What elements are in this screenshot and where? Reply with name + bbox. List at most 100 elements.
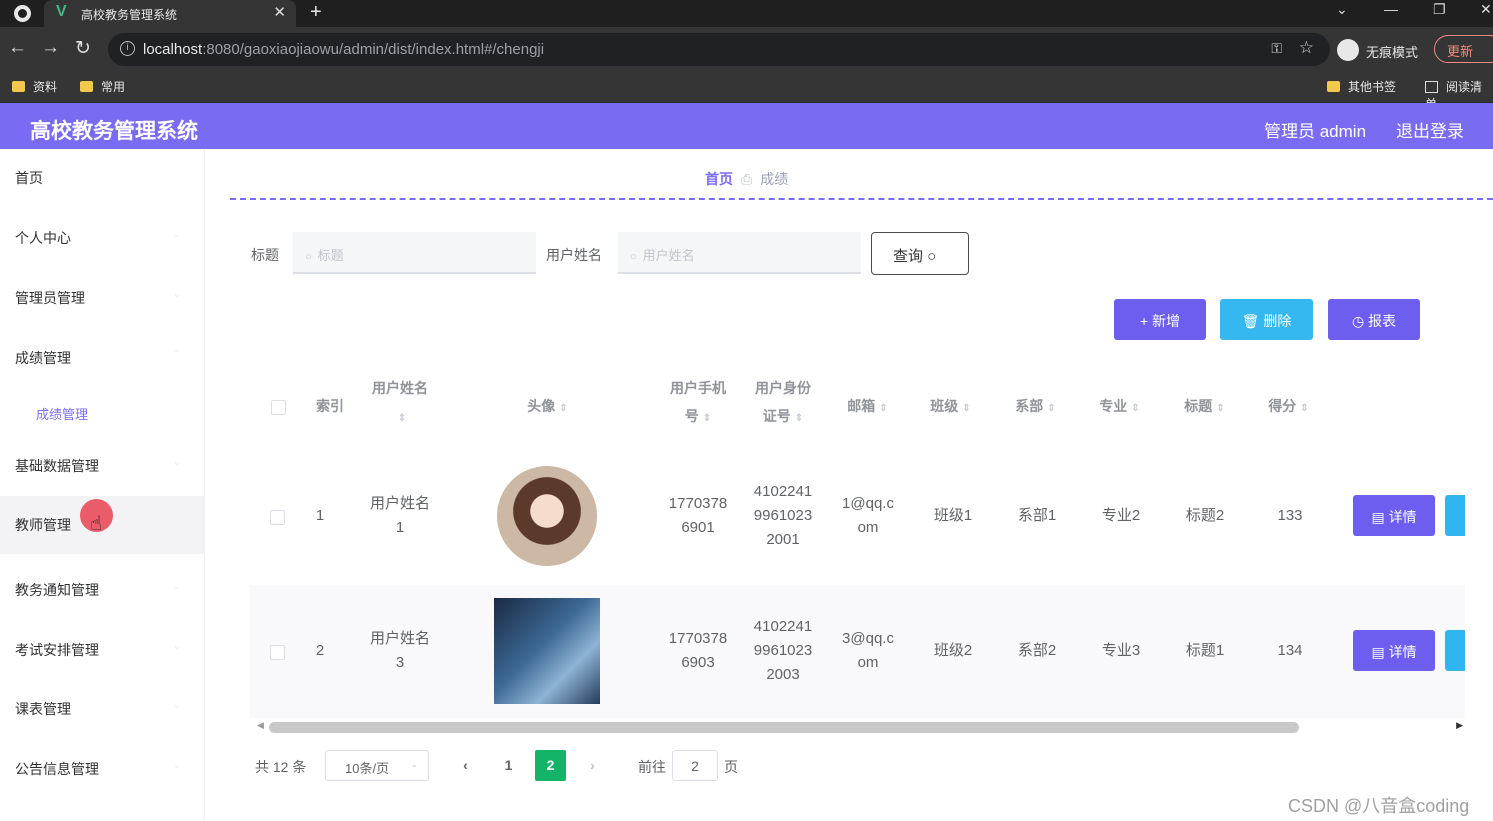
sidebar-item-exams[interactable]: 考试安排管理 ⌄ — [0, 621, 205, 679]
sort-icon: ⇕ — [702, 413, 712, 424]
cell-phone: 1770378 6901 — [668, 495, 728, 536]
add-button[interactable]: + 新增 — [1114, 299, 1206, 340]
title-filter-label: 标题 — [251, 247, 279, 263]
sidebar-item-basic-data[interactable]: 基础数据管理 ⌄ — [0, 437, 205, 495]
chevron-down-icon: ⌄ — [172, 289, 181, 300]
sort-icon: ⇕ — [794, 413, 804, 424]
close-tab-icon[interactable]: ✕ — [273, 3, 286, 21]
tab-search-icon[interactable]: ⌄ — [1336, 1, 1348, 18]
cell-major: 专业3 — [1101, 642, 1141, 659]
new-tab-icon[interactable]: + — [310, 1, 322, 24]
scroll-right-icon[interactable]: ▶ — [1456, 720, 1463, 731]
avatar — [494, 598, 600, 704]
password-key-icon[interactable]: ⚿ — [1271, 40, 1282, 57]
horizontal-scrollbar[interactable]: ◀ ▶ — [255, 719, 1465, 737]
search-icon: ○ — [927, 248, 937, 265]
select-all-checkbox[interactable] — [271, 400, 286, 415]
column-dept[interactable]: 系部 ⇕ — [998, 392, 1073, 423]
column-class[interactable]: 班级 ⇕ — [913, 392, 988, 423]
cell-class: 班级2 — [933, 642, 973, 659]
sidebar-item-profile[interactable]: 个人中心 ⌄ — [0, 209, 205, 267]
page-size-select[interactable]: 10条/页 ⌄ — [325, 750, 429, 781]
minimize-icon[interactable]: — — [1384, 1, 1398, 17]
browser-menu-icon[interactable] — [14, 5, 31, 22]
browser-tab[interactable]: V 高校教务管理系统 ✕ — [44, 0, 296, 27]
page-button[interactable]: 1 — [493, 750, 524, 781]
app-title: 高校教务管理系统 — [30, 120, 198, 143]
chevron-up-icon: ⌃ — [172, 349, 181, 360]
page-button-active[interactable]: 2 — [535, 750, 566, 781]
sidebar-item-admins[interactable]: 管理员管理 ⌄ — [0, 269, 205, 327]
column-idcard[interactable]: 用户身份 证号 ⇕ — [743, 374, 823, 433]
column-index[interactable]: 索引 — [305, 392, 355, 420]
sort-icon: ⇕ — [962, 403, 971, 414]
row-checkbox[interactable] — [270, 510, 285, 525]
restore-icon[interactable]: ❐ — [1433, 1, 1446, 18]
other-bookmarks[interactable]: 其他书签 — [1327, 78, 1396, 95]
edit-button[interactable] — [1445, 630, 1465, 671]
sidebar-item-schedule[interactable]: 课表管理 ⌄ — [0, 680, 205, 738]
cell-username: 用户姓名 3 — [369, 630, 430, 671]
chevron-down-icon: ⌄ — [410, 759, 418, 769]
username-filter-label: 用户姓名 — [546, 247, 602, 263]
title-search-input[interactable]: ○ 标题 — [293, 232, 536, 274]
url-path: :8080/gaoxiaojiaowu/admin/dist/index.htm… — [202, 41, 545, 58]
bookmark-star-icon[interactable]: ☆ — [1299, 38, 1314, 58]
column-avatar[interactable]: 头像 ⇕ — [500, 392, 595, 423]
edit-button[interactable] — [1445, 495, 1465, 536]
sidebar-item-home[interactable]: 首页 — [0, 149, 205, 207]
cell-score: 134 — [1277, 642, 1303, 659]
goto-page-input[interactable]: 2 — [672, 750, 718, 781]
scroll-left-icon[interactable]: ◀ — [257, 720, 264, 731]
page-suffix: 页 — [724, 759, 738, 775]
forward-icon[interactable]: → — [41, 37, 60, 59]
detail-button[interactable]: ▤ 详情 — [1353, 495, 1435, 536]
column-email[interactable]: 邮箱 ⇕ — [830, 392, 905, 423]
sidebar-item-grades[interactable]: 成绩管理 ⌃ — [0, 329, 205, 387]
sort-icon: ⇕ — [1047, 403, 1056, 414]
back-icon[interactable]: ← — [8, 37, 27, 59]
sidebar-subitem-grades[interactable]: 成绩管理 — [36, 404, 88, 423]
chevron-down-icon: ⌄ — [172, 700, 181, 711]
url-input[interactable]: i localhost:8080/gaoxiaojiaowu/admin/dis… — [108, 33, 1330, 66]
breadcrumb-home[interactable]: 首页 — [705, 171, 733, 187]
pagination-total: 共 12 条 — [255, 759, 307, 775]
sidebar-item-announcements[interactable]: 公告信息管理 ⌄ — [0, 740, 205, 798]
cell-score: 133 — [1277, 507, 1303, 524]
column-major[interactable]: 专业 ⇕ — [1082, 392, 1157, 423]
cell-username: 用户姓名 1 — [369, 495, 430, 536]
chevron-down-icon: ⌄ — [172, 760, 181, 771]
site-info-icon[interactable]: i — [120, 41, 135, 56]
scrollbar-thumb[interactable] — [269, 722, 1299, 733]
sort-icon: ⇕ — [397, 413, 407, 424]
sort-icon: ⇕ — [1131, 403, 1140, 414]
bookmark-folder[interactable]: 常用 — [80, 78, 125, 95]
prev-page-icon[interactable]: ‹ — [450, 750, 481, 781]
logout-link[interactable]: 退出登录 — [1396, 117, 1464, 142]
cell-email: 3@qq.c om — [842, 630, 894, 671]
reload-icon[interactable]: ↻ — [75, 37, 91, 60]
incognito-icon[interactable] — [1337, 39, 1359, 61]
goto-label: 前往 — [638, 759, 666, 775]
next-page-icon[interactable]: › — [577, 750, 608, 781]
cell-class: 班级1 — [933, 507, 973, 524]
query-button[interactable]: 查询 ○ — [871, 232, 969, 275]
column-title[interactable]: 标题 ⇕ — [1167, 392, 1242, 423]
sidebar-item-notices[interactable]: 教务通知管理 ⌄ — [0, 561, 205, 619]
delete-button[interactable]: 🗑 删除 — [1220, 299, 1313, 340]
column-username[interactable]: 用户姓名 ⇕ — [365, 374, 435, 433]
column-score[interactable]: 得分 ⇕ — [1251, 392, 1326, 423]
close-window-icon[interactable]: ✕ — [1480, 1, 1492, 18]
sort-icon: ⇕ — [559, 403, 568, 414]
username-search-input[interactable]: ○ 用户姓名 — [618, 232, 861, 274]
row-checkbox[interactable] — [270, 645, 285, 660]
bookmark-folder[interactable]: 资料 — [12, 78, 57, 95]
column-phone[interactable]: 用户手机号 ⇕ — [658, 374, 738, 433]
search-icon: ○ — [630, 251, 637, 263]
detail-button[interactable]: ▤ 详情 — [1353, 630, 1435, 671]
update-button[interactable]: 更新 — [1434, 35, 1493, 63]
chevron-down-icon: ⌄ — [172, 641, 181, 652]
report-button[interactable]: ◷ 报表 — [1328, 299, 1420, 340]
trash-icon: 🗑 — [1241, 313, 1264, 329]
sort-icon: ⇕ — [879, 403, 888, 414]
